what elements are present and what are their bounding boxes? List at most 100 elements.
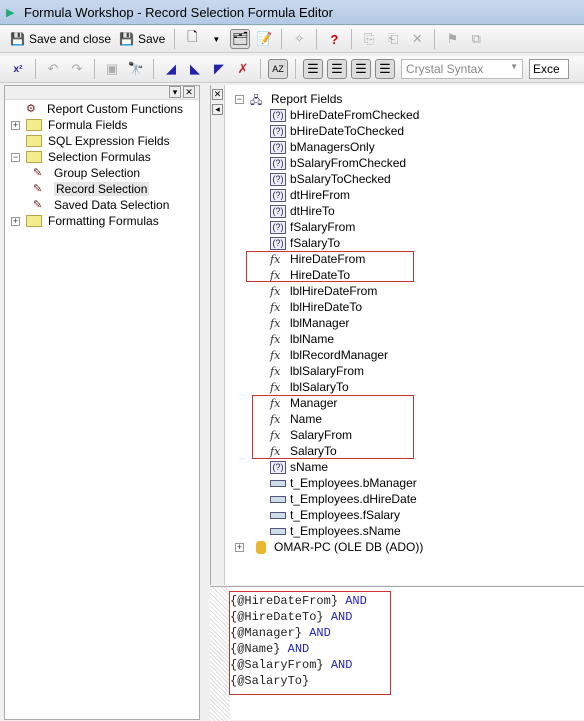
field-item-label: dtHireTo — [290, 204, 335, 218]
rename-icon[interactable]: ⎗ — [383, 29, 403, 49]
collapse-icon[interactable]: − — [11, 152, 20, 162]
chevron-down-icon[interactable]: ▼ — [206, 29, 226, 49]
operators-tree-icon[interactable]: ☰ — [351, 59, 371, 79]
folder-icon — [26, 151, 42, 163]
field-item[interactable]: fx lblHireDateFrom — [235, 283, 423, 299]
tree-root[interactable]: − 🖧 Report Fields — [235, 91, 423, 107]
save-icon: 💾 — [10, 32, 25, 46]
undo-icon[interactable]: ↶ — [43, 59, 63, 79]
field-item[interactable]: t_Employees.fSalary — [235, 507, 423, 523]
bookmark-icon[interactable]: ⚑ — [442, 29, 462, 49]
folder-icon — [26, 215, 42, 227]
field-item[interactable]: (?) dtHireFrom — [235, 187, 423, 203]
field-item[interactable]: fx lblRecordManager — [235, 347, 423, 363]
field-item[interactable]: (?) bManagersOnly — [235, 139, 423, 155]
custom-function-icon: ⚙ — [26, 103, 36, 115]
field-item-label: lblSalaryTo — [290, 380, 349, 394]
tree-item[interactable]: SQL Expression Fields — [11, 133, 199, 149]
toggle-tree-icon[interactable]: 🗂 — [230, 29, 251, 49]
functions-tree-icon[interactable]: ☰ — [327, 59, 347, 79]
wand-icon[interactable]: ✧ — [289, 29, 309, 49]
help-icon[interactable]: ? — [324, 29, 344, 49]
clear-bookmarks-icon[interactable]: ✗ — [233, 59, 253, 79]
close-icon[interactable]: ✕ — [183, 86, 195, 98]
field-item-label: lblRecordManager — [290, 348, 389, 362]
sort-icon[interactable]: AZ — [268, 59, 288, 79]
redo-icon[interactable]: ↷ — [67, 59, 87, 79]
delete-icon[interactable]: ✕ — [407, 29, 427, 49]
find-icon[interactable]: 🔭 — [126, 59, 146, 79]
splitter[interactable] — [200, 85, 210, 720]
fields-tree-icon[interactable]: ☰ — [303, 59, 323, 79]
insert-icon[interactable]: ⎘ — [359, 29, 379, 49]
formula-icon: fx — [270, 364, 281, 378]
expand-icon[interactable]: + — [11, 120, 20, 130]
field-item[interactable]: (?) fSalaryTo — [235, 235, 423, 251]
search-tree-icon[interactable]: ☰ — [375, 59, 395, 79]
check-formula-icon[interactable]: x² — [8, 59, 28, 79]
field-item-label: lblHireDateFrom — [290, 284, 378, 298]
field-item-label: t_Employees.bManager — [290, 476, 417, 490]
parameter-icon: (?) — [270, 124, 286, 138]
field-item[interactable]: fx lblSalaryFrom — [235, 363, 423, 379]
field-item[interactable]: fx lblManager — [235, 315, 423, 331]
properties-icon[interactable]: 📝 — [254, 29, 274, 49]
field-item[interactable]: (?) fSalaryFrom — [235, 219, 423, 235]
field-item-label: lblSalaryFrom — [290, 364, 365, 378]
field-item-label: t_Employees.sName — [290, 524, 401, 538]
field-item[interactable]: (?) dtHireTo — [235, 203, 423, 219]
field-item[interactable]: fx lblHireDateTo — [235, 299, 423, 315]
expert-icon[interactable]: ⧉ — [466, 29, 486, 49]
field-item[interactable]: t_Employees.bManager — [235, 475, 423, 491]
field-item[interactable]: (?) bSalaryFromChecked — [235, 155, 423, 171]
field-item[interactable]: fx lblSalaryTo — [235, 379, 423, 395]
field-item[interactable]: (?) sName — [235, 459, 423, 475]
browse-icon[interactable]: ▣ — [102, 59, 122, 79]
next-bookmark-icon[interactable]: ◣ — [185, 59, 205, 79]
tree-item[interactable]: ✎ Record Selection — [11, 181, 199, 197]
collapse-icon[interactable] — [11, 105, 20, 114]
datasource-label: OMAR-PC (OLE DB (ADO)) — [274, 540, 424, 554]
syntax-select[interactable]: Crystal Syntax ▼ — [401, 59, 523, 79]
collapse-icon[interactable]: ◂ — [212, 104, 223, 115]
prev-bookmark-icon[interactable]: ◤ — [209, 59, 229, 79]
tree-item-label: Group Selection — [54, 166, 141, 180]
field-item[interactable]: fx lblName — [235, 331, 423, 347]
database-field-icon — [270, 495, 286, 503]
tree-item[interactable]: ⚙ Report Custom Functions — [11, 101, 199, 117]
tree-item[interactable]: ✎ Group Selection — [11, 165, 199, 181]
parameter-icon: (?) — [270, 172, 286, 186]
save-button[interactable]: 💾 Save — [115, 30, 169, 48]
tree-item[interactable]: + Formula Fields — [11, 117, 199, 133]
app-icon: ▶ — [6, 7, 15, 19]
field-item[interactable]: (?) bHireDateToChecked — [235, 123, 423, 139]
selection-formula-icon: ✎ — [33, 167, 43, 179]
field-item-label: bHireDateFromChecked — [290, 108, 420, 122]
formula-icon: fx — [270, 380, 281, 394]
field-item[interactable]: (?) bHireDateFromChecked — [235, 107, 423, 123]
collapse-icon[interactable] — [11, 137, 20, 146]
toggle-bookmark-icon[interactable]: ◢ — [161, 59, 181, 79]
report-fields-icon: 🖧 — [250, 95, 263, 107]
formula-icon: fx — [270, 316, 281, 330]
tree-item[interactable]: − Selection Formulas — [11, 149, 199, 165]
field-item-label: fSalaryFrom — [290, 220, 356, 234]
formula-icon: fx — [270, 348, 281, 362]
error-handling-select[interactable]: Exce — [529, 59, 569, 79]
tree-item-label: Saved Data Selection — [54, 198, 170, 212]
field-item[interactable]: t_Employees.sName — [235, 523, 423, 539]
field-item[interactable]: t_Employees.dHireDate — [235, 491, 423, 507]
field-item-label: bManagersOnly — [290, 140, 375, 154]
expand-icon[interactable]: + — [11, 216, 20, 226]
formula-editor[interactable]: {@HireDateFrom} AND {@HireDateTo} AND {@Ma… — [210, 586, 584, 721]
save-and-close-button[interactable]: 💾 Save and close — [6, 30, 115, 48]
tree-item[interactable]: + Formatting Formulas — [11, 213, 199, 229]
dropdown-icon[interactable]: ▾ — [169, 86, 181, 98]
expand-icon[interactable]: + — [235, 542, 244, 552]
collapse-icon[interactable]: − — [235, 94, 244, 104]
tree-item[interactable]: ✎ Saved Data Selection — [11, 197, 199, 213]
field-item[interactable]: (?) bSalaryToChecked — [235, 171, 423, 187]
close-icon[interactable]: ✕ — [212, 89, 223, 100]
datasource-item[interactable]: + OMAR-PC (OLE DB (ADO)) — [235, 539, 423, 555]
new-icon[interactable]: 🗋 — [182, 29, 202, 49]
